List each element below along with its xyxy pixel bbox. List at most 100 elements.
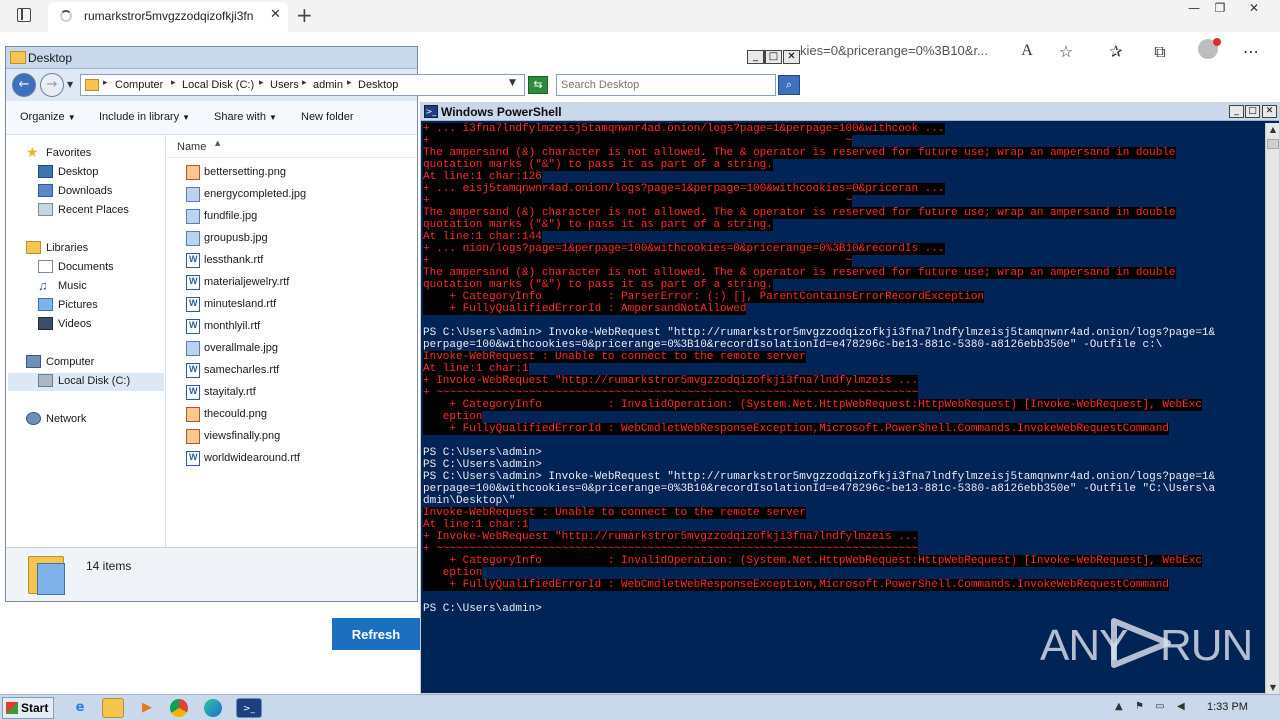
- explorer-window: Desktop _ _ □ ✕ ← → ▼ ▸ Computer ▸ Local…: [5, 46, 800, 602]
- powershell-taskbar-icon[interactable]: >_: [236, 698, 262, 718]
- powershell-title-bar[interactable]: >_ Windows PowerShell _ □ ✕: [421, 103, 1279, 121]
- header-divider: [167, 157, 417, 158]
- action-center-icon[interactable]: ⚑: [1135, 701, 1144, 712]
- file-row[interactable]: stayitaly.rtf: [186, 384, 406, 402]
- explorer-maximize-button[interactable]: □: [765, 50, 782, 64]
- new-tab-button[interactable]: +: [296, 3, 313, 27]
- file-row[interactable]: groupusb.jpg: [186, 230, 406, 248]
- browser-close-button[interactable]: ✕: [1243, 1, 1265, 15]
- include-in-library-button[interactable]: Include in library ▼: [99, 111, 190, 123]
- file-row[interactable]: samecharles.rtf: [186, 362, 406, 380]
- add-favorite-icon[interactable]: ☆: [1055, 42, 1077, 61]
- console-line: PS C:\Users\admin> Invoke-WebRequest "ht…: [423, 471, 1263, 483]
- favorites-icon[interactable]: ✰: [1105, 42, 1127, 61]
- address-bar-url[interactable]: kies=0&pricerange=0%3B10&r...: [800, 43, 988, 58]
- browser-restore-button[interactable]: ❐: [1209, 1, 1231, 15]
- pictures-icon: [38, 298, 53, 311]
- file-row[interactable]: minutesland.rtf: [186, 296, 406, 314]
- volume-icon[interactable]: ◀: [1177, 701, 1185, 712]
- settings-more-icon[interactable]: ⋯: [1240, 42, 1262, 61]
- file-row[interactable]: worldwidearound.rtf: [186, 450, 406, 468]
- column-header-name[interactable]: Name: [177, 141, 206, 153]
- recent-pages-dropdown-icon[interactable]: ▼: [67, 80, 73, 89]
- browser-minimize-button[interactable]: —: [1183, 1, 1205, 15]
- network-status-icon[interactable]: ▭: [1155, 701, 1164, 712]
- powershell-maximize-button[interactable]: □: [1245, 105, 1260, 118]
- file-row[interactable]: viewsfinally.png: [186, 428, 406, 446]
- new-folder-button[interactable]: New folder: [301, 111, 354, 123]
- file-row[interactable]: overallmale.jpg: [186, 340, 406, 358]
- refresh-button[interactable]: Refresh: [332, 618, 420, 650]
- powershell-title: Windows PowerShell: [441, 105, 562, 119]
- error-text: + FullyQualifiedErrorId : WebCmdletWebRe…: [423, 579, 1169, 591]
- console-output[interactable]: + ... i3fna7lndfylmzeisj5tamqnwnr4ad.oni…: [423, 123, 1263, 695]
- console-line: Invoke-WebRequest : Unable to connect to…: [423, 351, 1263, 363]
- error-text: eption: [423, 411, 483, 423]
- tab-close-icon[interactable]: ✕: [270, 7, 281, 22]
- file-row[interactable]: thecould.png: [186, 406, 406, 424]
- file-row[interactable]: fundfile.jpg: [186, 208, 406, 226]
- address-dropdown-icon[interactable]: ▼: [509, 78, 516, 88]
- breadcrumb-local-disk[interactable]: Local Disk (C:): [182, 79, 254, 91]
- share-with-button[interactable]: Share with ▼: [214, 111, 277, 123]
- file-name: samecharles.rtf: [204, 364, 280, 376]
- breadcrumb-computer[interactable]: Computer: [115, 79, 163, 91]
- console-line: At line:1 char:1: [423, 363, 1263, 375]
- scroll-thumb[interactable]: [1267, 139, 1279, 149]
- scroll-down-icon[interactable]: ▼: [1266, 681, 1280, 695]
- collections-icon[interactable]: ⧉: [1149, 42, 1171, 62]
- profile-avatar[interactable]: [1198, 38, 1221, 59]
- tray-expand-icon[interactable]: ▲: [1115, 701, 1123, 712]
- file-explorer-icon[interactable]: [102, 698, 124, 718]
- error-text: + CategoryInfo : InvalidOperation: (Syst…: [423, 399, 1202, 411]
- nav-label: Pictures: [58, 299, 98, 311]
- forward-button[interactable]: →: [40, 73, 64, 97]
- console-line: + FullyQualifiedErrorId : WebCmdletWebRe…: [423, 579, 1263, 591]
- file-name: energycompleted.jpg: [204, 188, 307, 200]
- console-line: + CategoryInfo : InvalidOperation: (Syst…: [423, 555, 1263, 567]
- refresh-arrow-icon[interactable]: ⇆: [528, 76, 548, 94]
- breadcrumb-desktop[interactable]: Desktop: [358, 79, 398, 91]
- powershell-minimize-button[interactable]: _: [1229, 105, 1244, 118]
- taskbar: Start e ▶ >_ ▲ ⚑ ▭ ◀ 1:33 PM: [0, 694, 1280, 720]
- powershell-close-button[interactable]: ✕: [1262, 105, 1277, 118]
- chrome-icon[interactable]: [170, 699, 188, 717]
- search-icon[interactable]: ⌕: [778, 75, 800, 95]
- search-input[interactable]: [557, 75, 747, 95]
- explorer-title-bar[interactable]: Desktop _: [6, 47, 765, 69]
- rtf-document-icon: [186, 253, 200, 268]
- breadcrumb-separator-icon[interactable]: ▸: [259, 78, 264, 88]
- explorer-minimize-button[interactable]: _: [747, 50, 764, 64]
- console-line: The ampersand (&) character is not allow…: [423, 267, 1263, 279]
- organize-button[interactable]: Organize ▼: [20, 111, 76, 123]
- edge-icon[interactable]: [204, 699, 222, 717]
- file-row[interactable]: monthlyil.rtf: [186, 318, 406, 336]
- breadcrumb-users[interactable]: Users: [270, 79, 299, 91]
- scroll-up-icon[interactable]: ▲: [1266, 123, 1280, 137]
- nav-label: Libraries: [46, 242, 89, 254]
- internet-explorer-icon[interactable]: e: [69, 698, 91, 718]
- file-row[interactable]: lessthank.rtf: [186, 252, 406, 270]
- file-row[interactable]: energycompleted.jpg: [186, 186, 406, 204]
- breadcrumb-separator-icon[interactable]: ▸: [302, 78, 307, 88]
- file-row[interactable]: materialjewelry.rtf: [186, 274, 406, 292]
- breadcrumb-separator-icon[interactable]: ▸: [103, 78, 108, 88]
- file-row[interactable]: bettersetting.png: [186, 164, 406, 182]
- tab-actions-icon[interactable]: [17, 8, 31, 22]
- back-button[interactable]: ←: [12, 73, 36, 97]
- search-box[interactable]: [556, 74, 776, 96]
- breadcrumb-admin[interactable]: admin: [313, 79, 343, 91]
- start-button[interactable]: Start: [2, 697, 54, 719]
- star-icon: ★: [26, 144, 39, 160]
- breadcrumb-separator-icon[interactable]: ▸: [171, 78, 176, 88]
- vertical-scrollbar[interactable]: ▲ ▼: [1265, 123, 1279, 695]
- read-aloud-icon[interactable]: A: [1016, 42, 1038, 60]
- media-player-icon[interactable]: ▶: [136, 698, 158, 718]
- address-bar[interactable]: ▸ Computer ▸ Local Disk (C:) ▸ Users ▸ a…: [80, 74, 525, 96]
- error-text: + ... i3fna7lndfylmzeisj5tamqnwnr4ad.oni…: [423, 123, 945, 135]
- nav-local-disk[interactable]: Local Disk (C:): [8, 373, 164, 391]
- explorer-close-button[interactable]: ✕: [783, 50, 800, 64]
- browser-tab[interactable]: rumarkstror5mvgzzodqizofkji3fna7lndfylmz…: [48, 2, 288, 32]
- browser-tab-strip: rumarkstror5mvgzzodqizofkji3fna7lndfylmz…: [0, 0, 1280, 32]
- breadcrumb-separator-icon[interactable]: ▸: [347, 78, 352, 88]
